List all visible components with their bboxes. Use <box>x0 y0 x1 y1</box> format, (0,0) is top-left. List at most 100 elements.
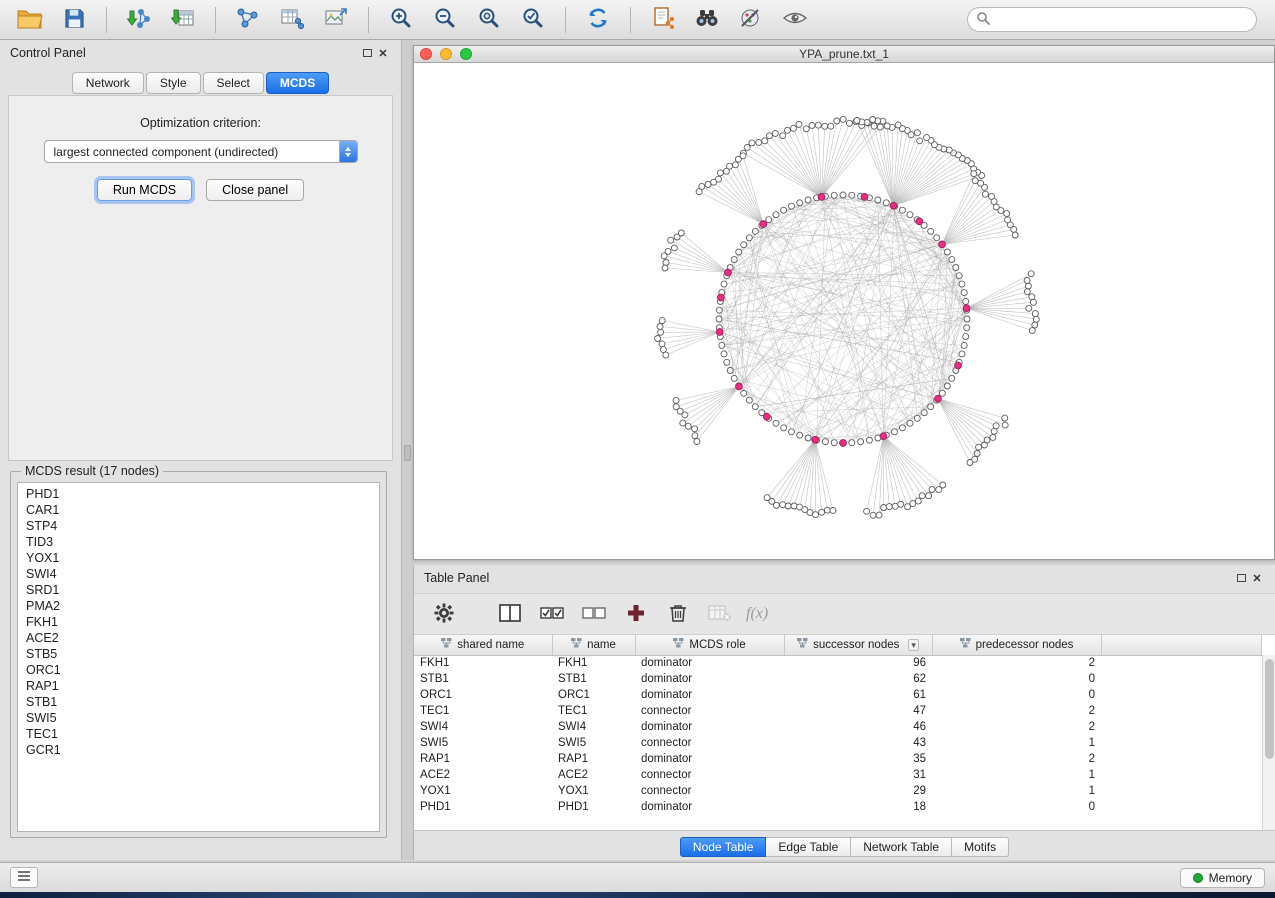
column-label: predecessor nodes <box>976 639 1074 651</box>
column-type-icon <box>441 638 452 651</box>
mcds-result-item[interactable]: FKH1 <box>18 614 379 630</box>
mcds-result-item[interactable]: TID3 <box>18 534 379 550</box>
refresh-layout-button[interactable] <box>578 4 618 36</box>
show-hide-button[interactable] <box>775 4 815 36</box>
search-box[interactable] <box>967 7 1257 32</box>
zoom-in-button[interactable] <box>381 4 421 36</box>
tab-style[interactable]: Style <box>146 72 201 94</box>
image-export-icon <box>324 7 348 32</box>
tab-network-table[interactable]: Network Table <box>851 837 952 857</box>
scrollbar-thumb[interactable] <box>1265 659 1274 759</box>
toolbar-separator <box>106 7 107 33</box>
window-close-button[interactable] <box>420 48 432 60</box>
column-header[interactable]: successor nodes▾ <box>784 635 932 655</box>
mcds-result-item[interactable]: GCR1 <box>18 742 379 758</box>
mcds-result-item[interactable]: STB5 <box>18 646 379 662</box>
float-panel-button[interactable] <box>359 45 375 61</box>
tab-node-table[interactable]: Node Table <box>680 837 767 857</box>
graphics-details-button[interactable] <box>731 4 771 36</box>
mcds-result-item[interactable]: PMA2 <box>18 598 379 614</box>
task-history-button[interactable] <box>10 867 38 888</box>
tab-network[interactable]: Network <box>72 72 144 94</box>
tab-edge-table[interactable]: Edge Table <box>766 837 851 857</box>
mcds-result-item[interactable]: STB1 <box>18 694 379 710</box>
create-column-button[interactable] <box>620 599 652 629</box>
columns-icon <box>499 604 521 625</box>
memory-button[interactable]: Memory <box>1180 868 1265 888</box>
copy-style-button[interactable] <box>643 4 683 36</box>
mcds-result-item[interactable]: CAR1 <box>18 502 379 518</box>
close-panel-button[interactable]: ✕ <box>375 45 391 61</box>
zoom-fit-button[interactable] <box>469 4 509 36</box>
window-minimize-button[interactable] <box>440 48 452 60</box>
node-table: shared namenameMCDS rolesuccessor nodes▾… <box>414 635 1262 815</box>
open-session-button[interactable] <box>10 4 50 36</box>
table-scrollbar[interactable] <box>1262 655 1275 830</box>
panel-splitter[interactable] <box>402 40 413 860</box>
mcds-result-item[interactable]: SWI4 <box>18 566 379 582</box>
network-canvas[interactable] <box>414 63 1274 559</box>
network-table-icon <box>280 7 304 32</box>
tab-motifs[interactable]: Motifs <box>952 837 1009 857</box>
window-zoom-button[interactable] <box>460 48 472 60</box>
sort-caret-icon[interactable]: ▾ <box>908 639 919 651</box>
table-row[interactable]: RAP1RAP1dominator352 <box>414 751 1262 767</box>
mcds-result-item[interactable]: TEC1 <box>18 726 379 742</box>
mcds-result-item[interactable]: RAP1 <box>18 678 379 694</box>
export-image-button[interactable] <box>316 4 356 36</box>
network-from-table-button[interactable] <box>272 4 312 36</box>
zoom-selected-button[interactable] <box>513 4 553 36</box>
table-row[interactable]: STB1STB1dominator620 <box>414 671 1262 687</box>
column-header[interactable]: MCDS role <box>635 635 784 655</box>
float-table-panel-button[interactable] <box>1233 570 1249 586</box>
table-row[interactable]: TEC1TEC1connector472 <box>414 703 1262 719</box>
save-session-button[interactable] <box>54 4 94 36</box>
table-row[interactable]: SWI5SWI5connector431 <box>414 735 1262 751</box>
table-row[interactable]: PHD1PHD1dominator180 <box>414 799 1262 815</box>
select-all-button[interactable] <box>536 599 568 629</box>
column-header[interactable]: predecessor nodes <box>932 635 1101 655</box>
deselect-all-button[interactable] <box>578 599 610 629</box>
mcds-result-item[interactable]: SRD1 <box>18 582 379 598</box>
run-mcds-button[interactable]: Run MCDS <box>97 179 192 201</box>
table-row[interactable]: FKH1FKH1dominator962 <box>414 655 1262 671</box>
table-delete-icon <box>708 604 732 625</box>
mcds-result-item[interactable]: ACE2 <box>18 630 379 646</box>
show-column-panel-button[interactable] <box>494 599 526 629</box>
zoom-out-button[interactable] <box>425 4 465 36</box>
mcds-result-item[interactable]: PHD1 <box>18 486 379 502</box>
table-row[interactable]: YOX1YOX1connector291 <box>414 783 1262 799</box>
mcds-result-item[interactable]: ORC1 <box>18 662 379 678</box>
tab-mcds[interactable]: MCDS <box>266 72 329 94</box>
close-table-panel-button[interactable]: ✕ <box>1249 570 1265 586</box>
table-settings-button[interactable] <box>428 599 460 629</box>
mcds-result-item[interactable]: YOX1 <box>18 550 379 566</box>
function-builder-button[interactable]: f(x) <box>746 605 768 623</box>
import-table-button[interactable] <box>163 4 203 36</box>
table-row[interactable]: ORC1ORC1dominator610 <box>414 687 1262 703</box>
table-panel: Table Panel ✕ <box>413 565 1275 860</box>
graphics-details-icon <box>739 7 763 32</box>
table-row[interactable]: SWI4SWI4dominator462 <box>414 719 1262 735</box>
mcds-result-list[interactable]: PHD1CAR1STP4TID3YOX1SWI4SRD1PMA2FKH1ACE2… <box>17 482 380 832</box>
mcds-result-item[interactable]: STP4 <box>18 518 379 534</box>
tab-select[interactable]: Select <box>203 72 264 94</box>
table-row[interactable]: ACE2ACE2connector311 <box>414 767 1262 783</box>
refresh-icon <box>586 6 610 33</box>
cytoscape-app: Control Panel ✕ Network Style Select MCD… <box>0 0 1275 898</box>
new-network-button[interactable] <box>228 4 268 36</box>
control-panel-tabs: Network Style Select MCDS <box>0 72 401 94</box>
delete-column-button[interactable] <box>662 599 694 629</box>
close-panel-button-mcds[interactable]: Close panel <box>206 179 304 201</box>
import-network-button[interactable] <box>119 4 159 36</box>
splitter-handle[interactable] <box>404 445 411 461</box>
search-input[interactable] <box>995 13 1248 27</box>
trash-icon <box>669 603 687 626</box>
search-neighbors-button[interactable] <box>687 4 727 36</box>
criterion-dropdown[interactable]: largest connected component (undirected) <box>44 140 358 163</box>
delete-table-button[interactable] <box>704 599 736 629</box>
column-header[interactable]: name <box>552 635 635 655</box>
mcds-result-item[interactable]: SWI5 <box>18 710 379 726</box>
column-header[interactable]: shared name <box>414 635 552 655</box>
network-window-titlebar[interactable]: YPA_prune.txt_1 <box>414 46 1274 63</box>
